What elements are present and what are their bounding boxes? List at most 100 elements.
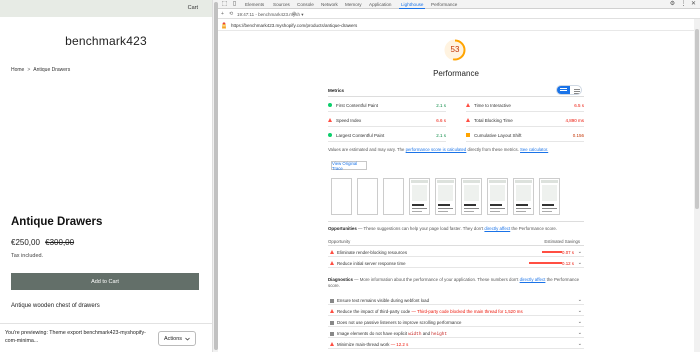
- audit-title: Eliminate render-blocking resources: [337, 249, 408, 255]
- audit-name: and: [421, 330, 432, 336]
- breadcrumb: Home > Antique Drawers: [11, 67, 70, 73]
- diagnostic-webfont[interactable]: Ensure text remains visible during webfo…: [328, 295, 584, 305]
- chevron-down-icon[interactable]: ⌄: [578, 249, 582, 255]
- metric-name: Cumulative Layout Shift: [474, 132, 522, 138]
- chevron-down-icon[interactable]: ⌄: [578, 308, 582, 314]
- report-url-row: https://benchmark423.myshopify.com/produ…: [218, 19, 694, 31]
- filmstrip: [331, 178, 581, 216]
- info-icon: [330, 298, 334, 303]
- category-title: Performance: [433, 69, 479, 78]
- see-calculator-link[interactable]: See calculator.: [520, 147, 548, 152]
- savings-bar: [542, 251, 562, 253]
- product-title: Antique Drawers: [11, 216, 103, 228]
- metric-name: Time to Interactive: [474, 102, 511, 108]
- tax-note: Tax included.: [11, 253, 44, 259]
- chevron-down-icon[interactable]: ⌄: [578, 319, 582, 325]
- tab-network[interactable]: Network: [321, 2, 338, 7]
- cart-link[interactable]: Cart: [188, 5, 198, 11]
- diagnostic-main-thread[interactable]: Minimize main-thread work — 12.2 s ⌄: [328, 339, 584, 349]
- compare-at-price: €300,00: [45, 238, 75, 247]
- scrollbar-thumb[interactable]: [695, 29, 699, 209]
- opportunity-server-response[interactable]: Reduce initial server response time 0.12…: [328, 258, 584, 268]
- compact-view-icon[interactable]: [557, 86, 570, 94]
- savings-value: 0.12 s: [562, 260, 574, 266]
- more-options-icon[interactable]: ⋮: [680, 1, 687, 8]
- chevron-down-icon[interactable]: ⌄: [578, 260, 582, 266]
- new-report-icon[interactable]: +: [221, 11, 224, 17]
- audit-title: Reduce the impact of third-party code — …: [337, 309, 523, 314]
- divider: [328, 96, 584, 97]
- tab-lighthouse[interactable]: Lighthouse: [398, 2, 427, 9]
- announcement-header: Cart: [0, 0, 212, 17]
- opportunity-render-blocking[interactable]: Eliminate render-blocking resources 0.07…: [328, 247, 584, 257]
- opportunities-header: Opportunities — These suggestions can he…: [328, 226, 584, 232]
- devtools-tab-bar: ⬚ ▯ Elements Sources Console Network Mem…: [218, 0, 700, 9]
- directly-affect-link[interactable]: directly affect: [484, 226, 510, 231]
- breadcrumb-current: Antique Drawers: [33, 67, 71, 73]
- tab-application[interactable]: Application: [369, 2, 391, 7]
- divider: [328, 221, 584, 222]
- column-opportunity: Opportunity: [328, 239, 351, 244]
- metric-value: 6.5 s: [574, 102, 584, 108]
- actions-button[interactable]: Actions: [158, 331, 196, 346]
- tab-elements[interactable]: Elements: [245, 2, 264, 7]
- audit-title: Minimize main-thread work — 12.2 s: [337, 342, 408, 347]
- report-url[interactable]: https://benchmark423.myshopify.com/produ…: [231, 23, 357, 28]
- actions-label: Actions: [163, 335, 183, 342]
- audit-name: Image elements do not have explicit: [337, 330, 409, 336]
- info-icon: [330, 331, 334, 336]
- code-height: height: [431, 331, 448, 337]
- metrics-view-toggle[interactable]: [556, 85, 582, 95]
- chevron-down-icon[interactable]: ⌄: [578, 330, 582, 336]
- diagnostic-passive-listeners[interactable]: Does not use passive listeners to improv…: [328, 317, 584, 327]
- metrics-heading: Metrics: [328, 88, 345, 93]
- settings-icon[interactable]: ⚙: [669, 1, 676, 8]
- filmstrip-frame: [409, 178, 430, 215]
- add-to-cart-button[interactable]: Add to Cart: [11, 273, 199, 290]
- audit-title: Ensure text remains visible during webfo…: [337, 297, 430, 303]
- directly-affect-link[interactable]: directly affect: [520, 277, 546, 282]
- fail-icon: [330, 342, 334, 346]
- metric-value: 6.6 s: [436, 117, 446, 123]
- metric-cumulative-layout-shift: Cumulative Layout Shift 0.156: [466, 128, 584, 142]
- report-history-icon[interactable]: ⟲: [229, 11, 233, 17]
- clear-icon[interactable]: ⊘: [292, 11, 296, 17]
- device-toolbar-icon[interactable]: ▯: [231, 1, 238, 8]
- chevron-down-icon[interactable]: ⌄: [578, 341, 582, 347]
- breadcrumb-separator: >: [27, 67, 31, 73]
- diagnostic-third-party[interactable]: Reduce the impact of third-party code — …: [328, 306, 584, 316]
- section-description: — These suggestions can help your page l…: [356, 226, 485, 231]
- chevron-down-icon[interactable]: ⌄: [578, 297, 582, 303]
- code-width: width: [408, 331, 422, 337]
- audit-title: Image elements do not have explicit widt…: [337, 331, 447, 337]
- filmstrip-frame: [487, 178, 508, 215]
- fail-icon: [330, 261, 334, 265]
- tab-performance[interactable]: Performance: [431, 2, 457, 7]
- metric-name: Largest Contentful Paint: [336, 132, 385, 138]
- lighthouse-toolbar: + ⟲ 19:47:11 - benchmark423.mysh ▾ ⊘: [218, 9, 700, 19]
- audit-title: Does not use passive listeners to improv…: [337, 319, 462, 325]
- close-icon[interactable]: ✕: [690, 1, 697, 8]
- metric-name: Speed Index: [336, 117, 362, 123]
- audit-display-value: — 12.2 s: [389, 341, 409, 347]
- filmstrip-frame: [435, 178, 456, 215]
- price-row: €250,00 €300,00: [11, 238, 74, 247]
- tab-console[interactable]: Console: [297, 2, 314, 7]
- store-logo-text[interactable]: benchmark423: [0, 34, 212, 48]
- metric-largest-contentful-paint: Largest Contentful Paint 2.1 s: [328, 128, 446, 142]
- savings-value: 0.07 s: [562, 249, 574, 255]
- breadcrumb-home[interactable]: Home: [11, 67, 24, 73]
- opportunities-title: Opportunities: [328, 226, 357, 231]
- score-calculated-link[interactable]: performance score is calculated: [406, 147, 467, 152]
- diagnostic-image-dimensions[interactable]: Image elements do not have explicit widt…: [328, 328, 584, 338]
- inspect-element-icon[interactable]: ⬚: [221, 1, 228, 8]
- pass-icon: [328, 133, 332, 137]
- chevron-down-icon: [185, 337, 190, 341]
- tab-memory[interactable]: Memory: [345, 2, 362, 7]
- tab-sources[interactable]: Sources: [273, 2, 290, 7]
- fail-icon: [330, 309, 334, 313]
- view-original-trace-button[interactable]: View Original Trace: [331, 161, 367, 171]
- filmstrip-frame: [331, 178, 352, 215]
- filmstrip-frame: [513, 178, 534, 215]
- report-scrollbar[interactable]: [694, 19, 700, 352]
